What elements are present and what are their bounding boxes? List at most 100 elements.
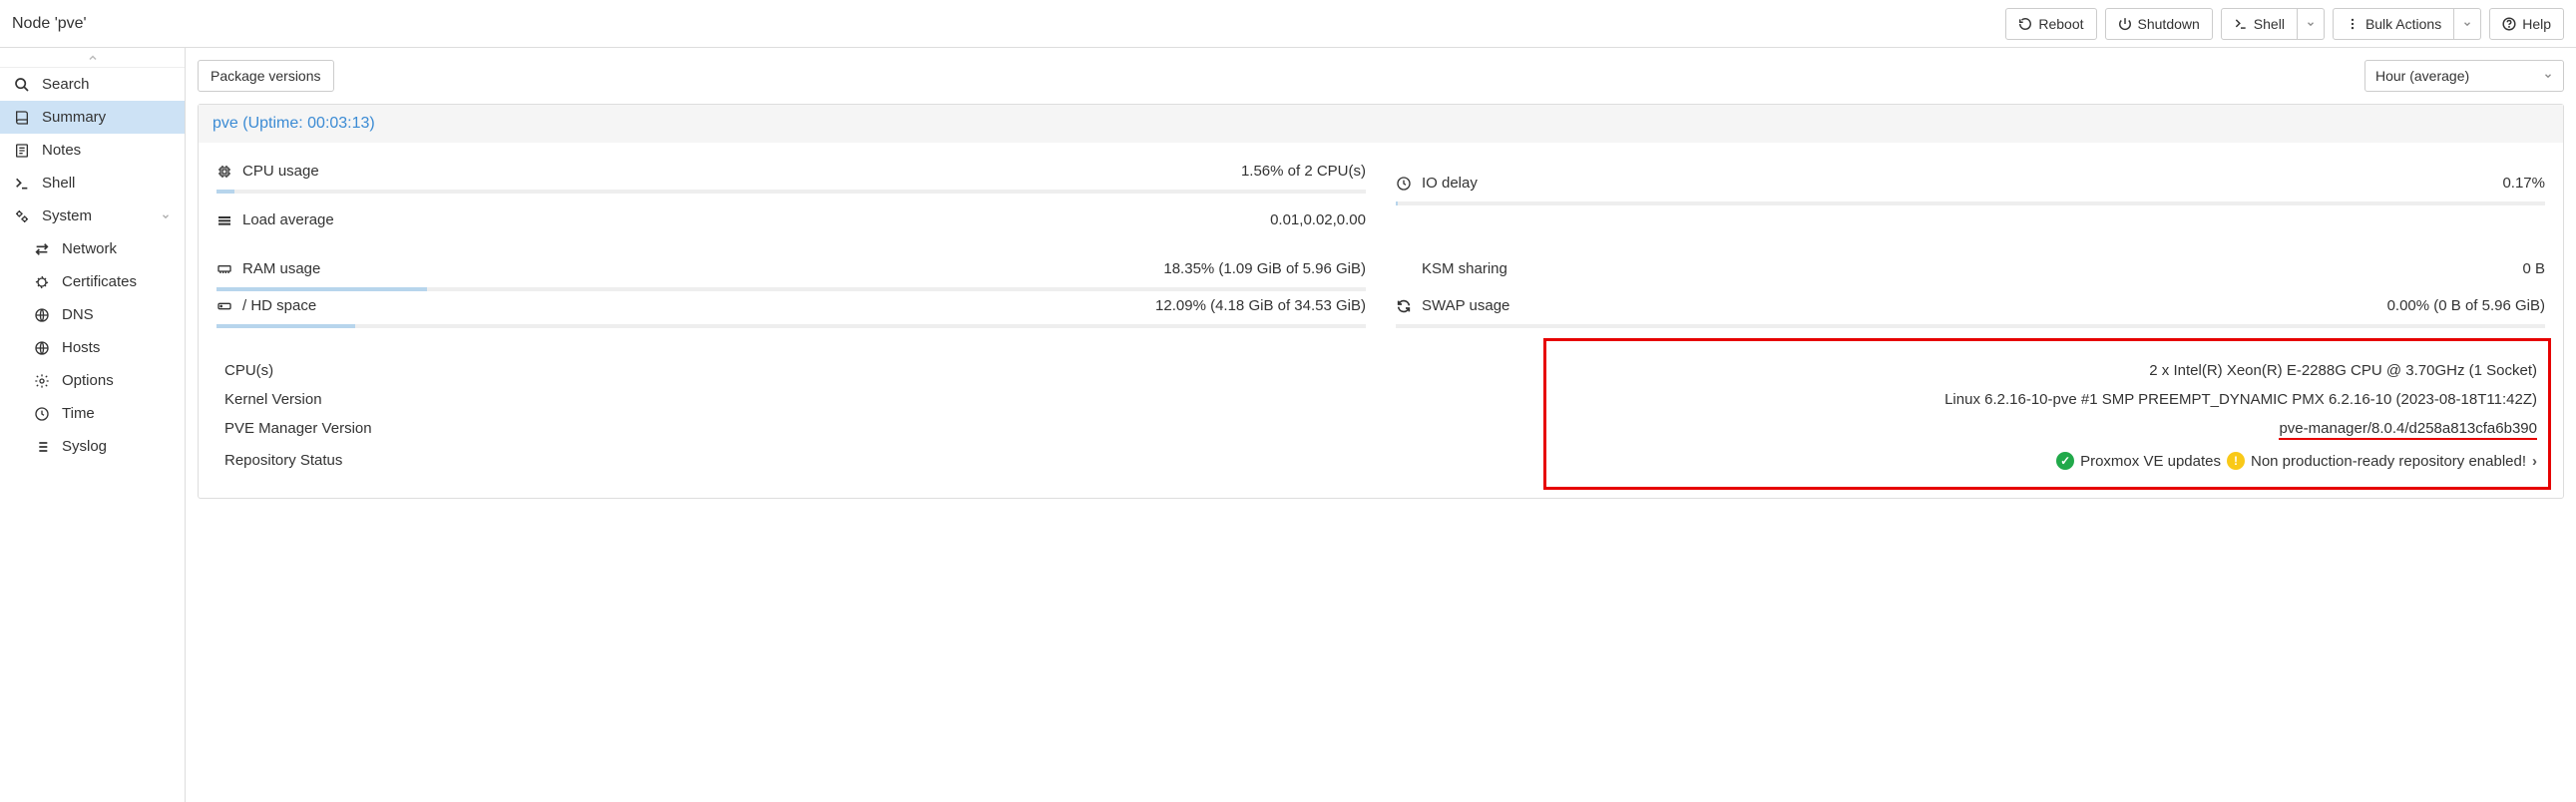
sidebar-item-label: Network xyxy=(62,240,117,257)
bulk-actions-split-button[interactable]: Bulk Actions xyxy=(2333,8,2481,40)
stat-label: / HD space xyxy=(242,297,316,314)
reboot-icon xyxy=(2018,17,2032,31)
stat-label: Load average xyxy=(242,211,334,228)
info-value: pve-manager/8.0.4/d258a813cfa6b390 xyxy=(2279,420,2537,440)
bulk-dropdown-arrow[interactable] xyxy=(2454,8,2481,40)
stat-swap-usage: SWAP usage 0.00% (0 B of 5.96 GiB) xyxy=(1396,291,2545,328)
sidebar-item-hosts[interactable]: Hosts xyxy=(0,331,185,364)
shell-split-button[interactable]: Shell xyxy=(2221,8,2325,40)
memory-icon xyxy=(216,261,234,277)
shell-dropdown-arrow[interactable] xyxy=(2298,8,2325,40)
stat-value: 18.35% (1.09 GiB of 5.96 GiB) xyxy=(1163,260,1366,277)
progress-bar xyxy=(1396,324,2545,328)
stat-io-delay: IO delay 0.17% xyxy=(1396,157,2545,205)
sidebar-item-label: Summary xyxy=(42,109,106,126)
sidebar-item-network[interactable]: Network xyxy=(0,232,185,265)
sidebar-item-label: Notes xyxy=(42,142,81,159)
sidebar-item-shell[interactable]: Shell xyxy=(0,167,185,200)
shell-button-main[interactable]: Shell xyxy=(2221,8,2298,40)
info-label: CPU(s) xyxy=(224,362,273,379)
header: Node 'pve' Reboot Shutdown Shell xyxy=(0,0,2576,48)
globe-icon xyxy=(34,307,52,323)
info-value: 2 x Intel(R) Xeon(R) E-2288G CPU @ 3.70G… xyxy=(2149,362,2537,379)
warning-circle-icon: ! xyxy=(2227,452,2245,470)
info-value: Linux 6.2.16-10-pve #1 SMP PREEMPT_DYNAM… xyxy=(1944,391,2537,408)
header-actions: Reboot Shutdown Shell B xyxy=(2005,8,2564,40)
gears-icon xyxy=(14,208,32,224)
progress-bar xyxy=(216,287,1366,291)
sidebar-item-dns[interactable]: DNS xyxy=(0,298,185,331)
info-label: Repository Status xyxy=(224,452,342,470)
clock-icon xyxy=(1396,176,1414,192)
sidebar-item-search[interactable]: Search xyxy=(0,68,185,101)
shell-label: Shell xyxy=(2254,16,2285,32)
sidebar-collapse[interactable] xyxy=(0,48,185,68)
clock-icon xyxy=(34,406,52,422)
stat-label: IO delay xyxy=(1422,175,1478,192)
sidebar-item-label: DNS xyxy=(62,306,94,323)
stat-value: 0.00% (0 B of 5.96 GiB) xyxy=(2387,297,2545,314)
sidebar-item-label: Certificates xyxy=(62,273,137,290)
sidebar-item-label: Syslog xyxy=(62,438,107,455)
stat-label: SWAP usage xyxy=(1422,297,1509,314)
stat-ksm-sharing: KSM sharing 0 B xyxy=(1396,254,2545,291)
terminal-icon xyxy=(2234,17,2248,31)
notes-icon xyxy=(14,143,32,159)
stat-value: 1.56% of 2 CPU(s) xyxy=(1241,163,1366,180)
chevron-down-icon xyxy=(2543,71,2553,81)
shutdown-label: Shutdown xyxy=(2138,16,2200,32)
stat-value: 0.01,0.02,0.00 xyxy=(1270,211,1366,228)
help-button[interactable]: Help xyxy=(2489,8,2564,40)
panel-body: CPU usage 1.56% of 2 CPU(s) xyxy=(199,143,2563,498)
info-pve-manager: PVE Manager Version pve-manager/8.0.4/d2… xyxy=(224,414,2537,446)
progress-bar xyxy=(1396,201,2545,205)
sidebar-item-label: Search xyxy=(42,76,90,93)
sidebar-item-certificates[interactable]: Certificates xyxy=(0,265,185,298)
repo-warning-text: Non production-ready repository enabled! xyxy=(2251,453,2526,470)
refresh-icon xyxy=(1396,298,1414,314)
stat-label: KSM sharing xyxy=(1422,260,1507,277)
terminal-icon xyxy=(14,176,32,192)
hdd-icon xyxy=(216,298,234,314)
chevron-down-icon xyxy=(161,211,171,221)
sidebar-item-summary[interactable]: Summary xyxy=(0,101,185,134)
stat-label: RAM usage xyxy=(242,260,320,277)
info-kernel: Kernel Version Linux 6.2.16-10-pve #1 SM… xyxy=(224,385,2537,414)
sidebar-item-label: Time xyxy=(62,405,95,422)
stat-label: CPU usage xyxy=(242,163,319,180)
sidebar-item-label: Hosts xyxy=(62,339,100,356)
sidebar-item-options[interactable]: Options xyxy=(0,364,185,397)
search-icon xyxy=(14,77,32,93)
stat-value: 0 B xyxy=(2522,260,2545,277)
info-section: CPU(s) 2 x Intel(R) Xeon(R) E-2288G CPU … xyxy=(216,348,2545,484)
stat-cpu-usage: CPU usage 1.56% of 2 CPU(s) xyxy=(216,157,1366,205)
timerange-value: Hour (average) xyxy=(2375,68,2469,84)
check-circle-icon: ✓ xyxy=(2056,452,2074,470)
stat-hd-space: / HD space 12.09% (4.18 GiB of 34.53 GiB… xyxy=(216,291,1366,328)
sidebar-item-time[interactable]: Time xyxy=(0,397,185,430)
help-icon xyxy=(2502,17,2516,31)
bulk-actions-main[interactable]: Bulk Actions xyxy=(2333,8,2454,40)
bars-icon xyxy=(216,212,234,228)
reboot-button[interactable]: Reboot xyxy=(2005,8,2096,40)
shutdown-button[interactable]: Shutdown xyxy=(2105,8,2213,40)
reboot-label: Reboot xyxy=(2038,16,2083,32)
package-versions-button[interactable]: Package versions xyxy=(198,60,334,92)
info-repo-status[interactable]: Repository Status ✓ Proxmox VE updates !… xyxy=(224,446,2537,476)
sidebar-item-syslog[interactable]: Syslog xyxy=(0,430,185,463)
body: Search Summary Notes Shell System xyxy=(0,48,2576,802)
content-toolbar: Package versions Hour (average) xyxy=(198,60,2564,92)
stat-load-average: Load average 0.01,0.02,0.00 xyxy=(216,205,1366,234)
stat-value: 0.17% xyxy=(2502,175,2545,192)
main-content: Package versions Hour (average) pve (Upt… xyxy=(186,48,2576,802)
progress-bar xyxy=(216,324,1366,328)
sidebar-item-system[interactable]: System xyxy=(0,200,185,232)
certificate-icon xyxy=(34,274,52,290)
timerange-select[interactable]: Hour (average) xyxy=(2364,60,2564,92)
gear-icon xyxy=(34,373,52,389)
sidebar-item-label: Options xyxy=(62,372,114,389)
menu-dots-icon xyxy=(2346,17,2360,31)
sidebar-item-notes[interactable]: Notes xyxy=(0,134,185,167)
repo-updates-text: Proxmox VE updates xyxy=(2080,453,2221,470)
repo-status-value: ✓ Proxmox VE updates ! Non production-re… xyxy=(2056,452,2537,470)
